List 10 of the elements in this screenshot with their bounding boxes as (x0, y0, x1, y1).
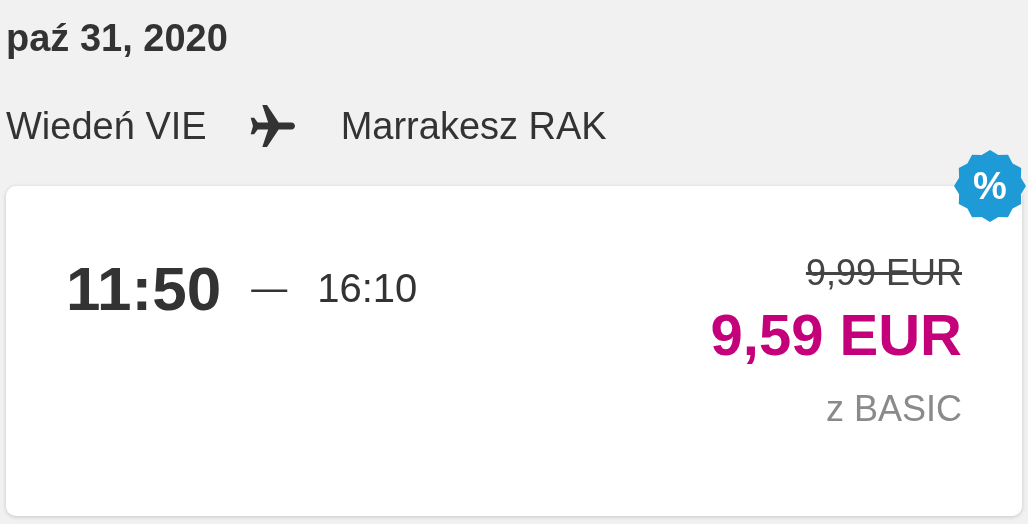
fare-type: z BASIC (825, 388, 962, 430)
flight-date: paź 31, 2020 (6, 16, 229, 61)
discount-price: 9,59 EUR (710, 301, 962, 369)
arrival-time: 16:10 (317, 265, 418, 311)
original-price: 9,99 EUR (805, 251, 962, 295)
departure-time: 11:50 (66, 252, 222, 324)
destination-airport: Marrakesz RAK (340, 104, 607, 148)
time-separator: — (251, 267, 288, 309)
origin-airport: Wiedeń VIE (6, 104, 207, 148)
discount-badge: % (954, 150, 1026, 222)
